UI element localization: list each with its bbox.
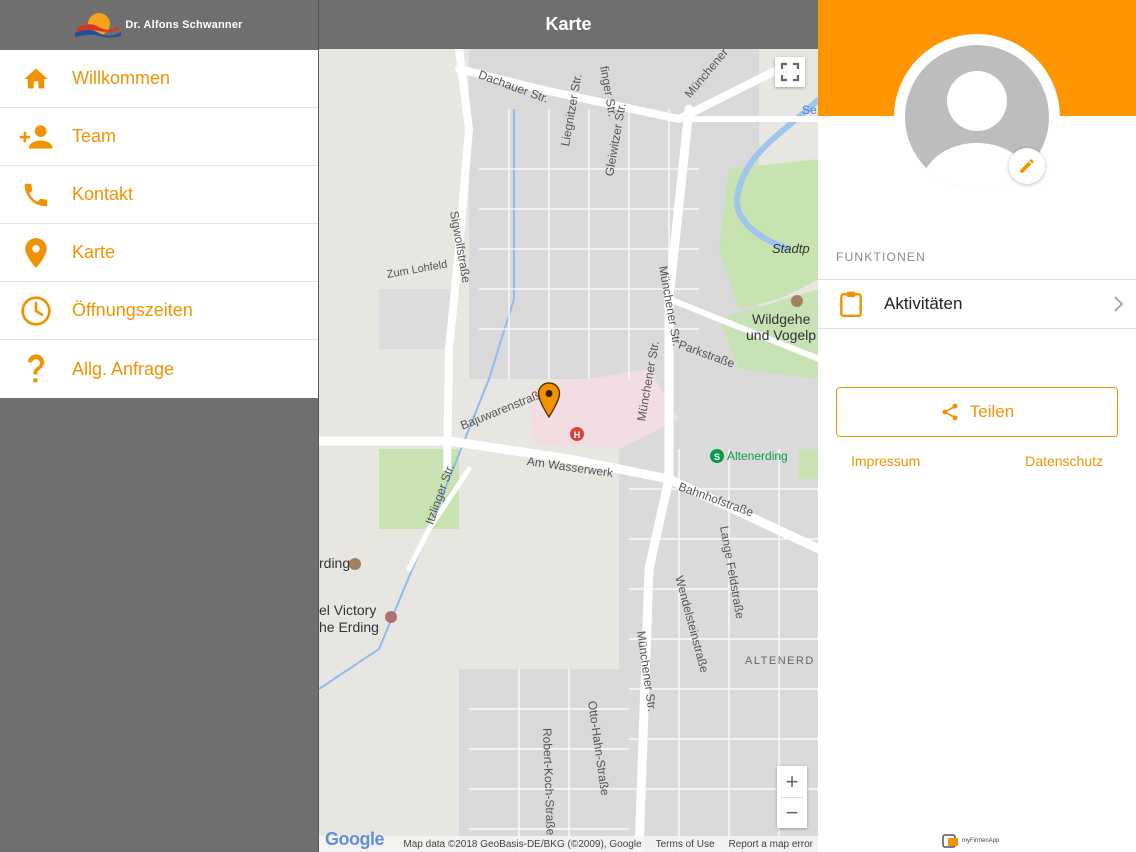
footer-brand-name: myFirmenApp bbox=[962, 838, 1000, 844]
menu-item-oeffnungszeiten[interactable]: Öffnungszeiten bbox=[0, 282, 318, 340]
map-label-poi: rding bbox=[319, 555, 351, 571]
home-icon bbox=[0, 65, 72, 93]
zoom-in-button[interactable]: + bbox=[777, 767, 807, 797]
section-title: FUNKTIONEN bbox=[836, 250, 926, 264]
map-label-poi: he Erding bbox=[319, 619, 379, 635]
phone-icon bbox=[0, 180, 72, 210]
map-label-park: Stadtp bbox=[772, 241, 810, 256]
location-pin-icon bbox=[537, 382, 561, 419]
share-icon bbox=[942, 403, 958, 421]
brand-logo[interactable]: Dr. Alfons Schwanner bbox=[75, 8, 242, 42]
question-icon bbox=[0, 353, 72, 385]
svg-text:S: S bbox=[714, 452, 720, 462]
map-label-poi: und Vogelp bbox=[746, 327, 817, 343]
map-panel: Karte H S Dachauer Str. finger Str. Münc… bbox=[318, 0, 819, 852]
zoom-out-button[interactable]: − bbox=[777, 798, 807, 828]
sidebar: Dr. Alfons Schwanner Willkommen Team Kon… bbox=[0, 0, 318, 852]
google-logo[interactable]: Google bbox=[325, 829, 385, 850]
profile-panel: FUNKTIONEN Aktivitäten Teilen Impressum … bbox=[818, 0, 1136, 852]
menu-label: Öffnungszeiten bbox=[72, 300, 193, 320]
impressum-link[interactable]: Impressum bbox=[851, 453, 920, 469]
activities-label: Aktivitäten bbox=[884, 294, 963, 313]
footer-brand[interactable]: myFirmenApp bbox=[942, 834, 999, 848]
menu-item-willkommen[interactable]: Willkommen bbox=[0, 50, 318, 108]
clock-icon bbox=[0, 295, 72, 327]
share-button[interactable]: Teilen bbox=[836, 387, 1118, 437]
terms-of-use-link[interactable]: Terms of Use bbox=[656, 839, 715, 850]
menu-label: Allg. Anfrage bbox=[72, 358, 175, 379]
edit-avatar-button[interactable] bbox=[1009, 148, 1045, 184]
chevron-right-icon bbox=[1102, 295, 1136, 313]
fullscreen-icon bbox=[780, 62, 800, 82]
main-menu: Willkommen Team Kontakt Karte Öffnungsze… bbox=[0, 50, 318, 398]
map-label-station: Altenerding bbox=[727, 449, 788, 463]
menu-item-anfrage[interactable]: Allg. Anfrage bbox=[0, 340, 318, 398]
map-data-credit: Map data ©2018 GeoBasis-DE/BKG (©2009), … bbox=[403, 838, 642, 850]
pencil-icon bbox=[1020, 159, 1034, 173]
sidebar-header: Dr. Alfons Schwanner bbox=[0, 0, 318, 50]
map-view[interactable]: H S Dachauer Str. finger Str. Münchener … bbox=[319, 49, 819, 852]
add-person-icon bbox=[0, 123, 72, 151]
menu-item-karte[interactable]: Karte bbox=[0, 224, 318, 282]
map-label-poi: Wildgehe bbox=[752, 311, 811, 327]
fullscreen-button[interactable] bbox=[775, 57, 805, 87]
map-marker[interactable] bbox=[537, 382, 561, 423]
map-attribution: Map data ©2018 GeoBasis-DE/BKG (©2009), … bbox=[319, 836, 819, 852]
menu-label: Kontakt bbox=[72, 184, 134, 204]
activities-row[interactable]: Aktivitäten bbox=[818, 279, 1136, 329]
map-header: Karte bbox=[319, 0, 818, 49]
sunset-logo-icon bbox=[75, 13, 122, 38]
app-logo-icon bbox=[942, 834, 958, 848]
zoom-control: + − bbox=[777, 766, 807, 828]
menu-item-kontakt[interactable]: Kontakt bbox=[0, 166, 318, 224]
brand-name: Dr. Alfons Schwanner bbox=[125, 19, 243, 31]
menu-label: Willkommen bbox=[72, 68, 171, 88]
map-label-district: ALTENERD bbox=[745, 655, 815, 667]
menu-item-team[interactable]: Team bbox=[0, 108, 318, 166]
datenschutz-link[interactable]: Datenschutz bbox=[1025, 453, 1103, 469]
page-title: Karte bbox=[545, 14, 592, 34]
menu-label: Team bbox=[72, 126, 117, 146]
svg-text:H: H bbox=[574, 430, 581, 440]
clipboard-icon bbox=[818, 290, 884, 318]
map-label-street: Se bbox=[802, 103, 817, 117]
map-label-poi: el Victory bbox=[319, 602, 377, 618]
share-label: Teilen bbox=[969, 402, 1015, 421]
menu-label: Karte bbox=[72, 242, 116, 262]
location-pin-icon bbox=[0, 237, 72, 269]
report-map-error-link[interactable]: Report a map error bbox=[729, 839, 813, 850]
